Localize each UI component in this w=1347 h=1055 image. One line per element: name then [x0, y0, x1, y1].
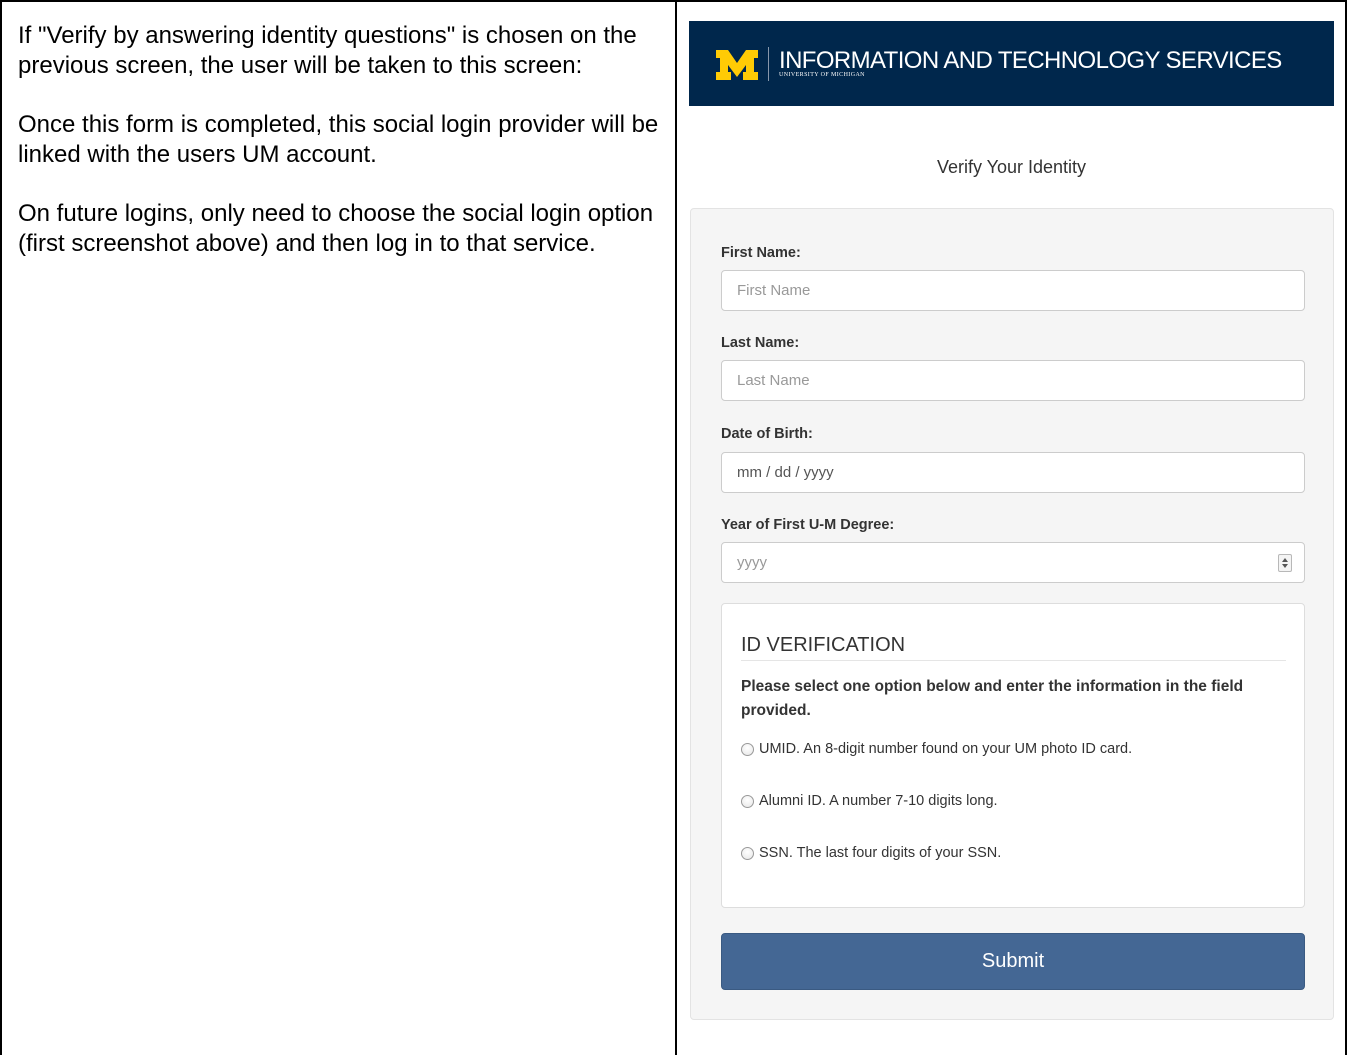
table-column-divider [675, 0, 677, 1055]
last-name-label: Last Name: [721, 335, 800, 351]
submit-button[interactable]: Submit [721, 933, 1305, 990]
radio-button-icon[interactable] [741, 742, 754, 756]
degree-year-label: Year of First U-M Degree: [721, 517, 895, 533]
verify-form: First Name: Last Name: Date of Birth: mm… [690, 208, 1334, 1020]
degree-year-input[interactable]: yyyy [721, 542, 1305, 583]
first-name-label: First Name: [721, 245, 801, 261]
dob-input[interactable]: mm / dd / yyyy [721, 452, 1305, 493]
dob-placeholder: mm / dd / yyyy [737, 464, 834, 481]
radio-option-umid[interactable]: UMID. An 8-digit number found on your UM… [741, 741, 1132, 757]
instructions-cell: If "Verify by answering identity questio… [18, 21, 670, 288]
radio-button-icon[interactable] [741, 794, 754, 808]
id-verification-instructions: Please select one option below and enter… [741, 678, 1244, 719]
instruction-paragraph: Once this form is completed, this social… [18, 111, 659, 168]
last-name-input[interactable] [721, 360, 1305, 401]
header-text: INFORMATION AND TECHNOLOGY SERVICES UNIV… [779, 48, 1282, 79]
radio-option-alumni-id[interactable]: Alumni ID. A number 7-10 digits long. [741, 793, 998, 809]
block-m-logo-icon [716, 50, 758, 80]
radio-option-ssn[interactable]: SSN. The last four digits of your SSN. [741, 845, 1001, 861]
first-name-input[interactable] [721, 270, 1305, 311]
radio-button-icon[interactable] [741, 846, 754, 860]
radio-label: SSN. The last four digits of your SSN. [759, 845, 1002, 861]
header-subtitle: UNIVERSITY OF MICHIGAN [779, 72, 865, 78]
radio-label: UMID. An 8-digit number found on your UM… [759, 741, 1133, 757]
radio-label: Alumni ID. A number 7-10 digits long. [759, 793, 998, 809]
page-title: Verify Your Identity [936, 157, 1087, 177]
dob-label: Date of Birth: [721, 426, 813, 442]
header-divider [768, 46, 769, 81]
number-spinner-icon[interactable] [1278, 554, 1292, 572]
instruction-paragraph: If "Verify by answering identity questio… [18, 22, 637, 79]
id-verification-fieldset: ID VERIFICATION Please select one option… [721, 603, 1305, 908]
instruction-paragraph: On future logins, only need to choose th… [18, 200, 654, 257]
degree-year-placeholder: yyyy [737, 554, 767, 571]
id-verification-legend: ID VERIFICATION [741, 634, 1286, 661]
its-header-banner: INFORMATION AND TECHNOLOGY SERVICES UNIV… [689, 21, 1334, 106]
